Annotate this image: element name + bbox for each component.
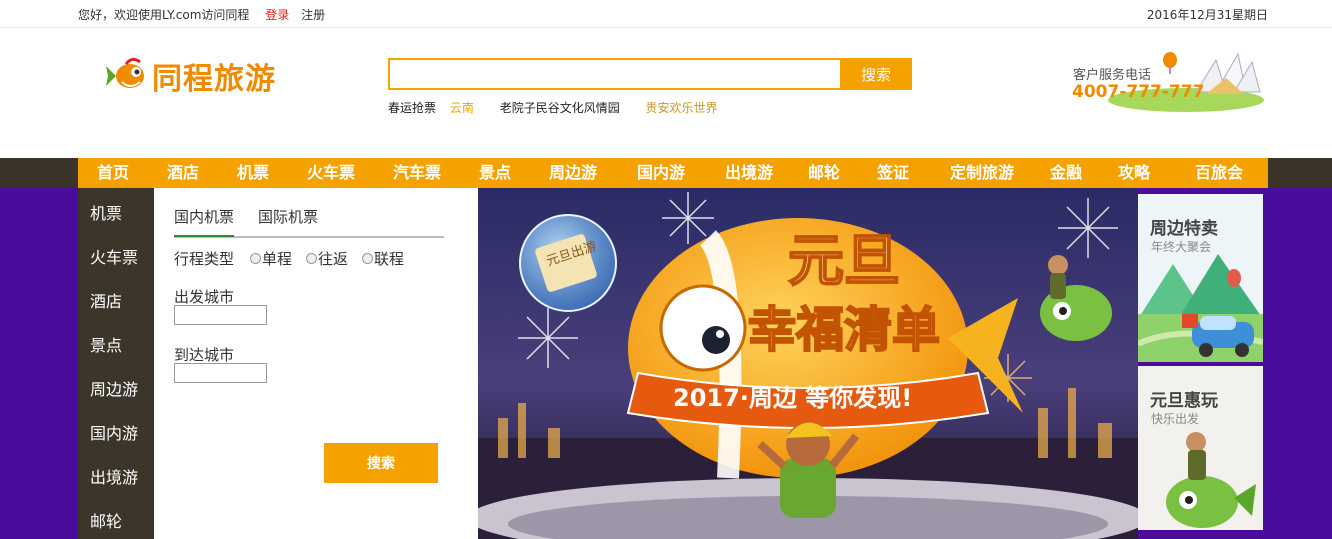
hot-links: 春运抢票 云南 老院子民谷文化风情园 贵安欢乐世界 <box>388 99 728 116</box>
nav-item-visa[interactable]: 签证 <box>856 158 930 188</box>
nav-item-club[interactable]: 百旅会 <box>1170 158 1268 188</box>
nav-item-bus[interactable]: 汽车票 <box>374 158 460 188</box>
radio-multi-city[interactable] <box>362 253 374 264</box>
new-year-banner[interactable]: 元旦出游 元旦 幸福清单 2017·周边 等你发现! <box>478 188 1138 539</box>
sidebar-item-outbound[interactable]: 出境游 <box>90 464 138 488</box>
trip-type-one-way-label: 单程 <box>262 250 293 268</box>
trip-type-label: 行程类型 <box>174 250 235 268</box>
promo-nearby-subtitle: 年终大聚会 <box>1151 240 1212 254</box>
radio-round-trip[interactable] <box>306 253 318 264</box>
nav-item-attraction[interactable]: 景点 <box>460 158 530 188</box>
nav-item-home[interactable]: 首页 <box>78 158 148 188</box>
hot-link[interactable]: 老院子民谷文化风情园 <box>500 101 620 115</box>
to-city-input[interactable] <box>174 363 267 383</box>
sidebar-item-cruise[interactable]: 邮轮 <box>90 508 122 532</box>
flight-search-button[interactable]: 搜索 <box>324 443 438 483</box>
login-link[interactable]: 登录 <box>265 8 289 22</box>
logo-text: 同程旅游 <box>152 62 276 97</box>
nav-item-domestic[interactable]: 国内游 <box>616 158 706 188</box>
from-city-input[interactable] <box>174 305 267 325</box>
header: 同程旅游 搜索 春运抢票 云南 老院子民谷文化风情园 贵安欢乐世界 客户服务电话… <box>0 28 1332 158</box>
banner-illustration: 元旦出游 元旦 幸福清单 2017·周边 等你发现! <box>478 188 1138 539</box>
promo-new-year-subtitle: 快乐出发 <box>1151 412 1200 426</box>
sidebar-item-domestic[interactable]: 国内游 <box>90 420 138 444</box>
promo-nearby-title: 周边特卖 <box>1150 219 1218 239</box>
promo-nearby-sale[interactable]: 周边特卖 年终大聚会 <box>1138 194 1263 362</box>
search-bar: 搜索 <box>388 58 912 90</box>
radio-one-way[interactable] <box>250 253 262 264</box>
trip-type-round-trip-label: 往返 <box>318 250 349 268</box>
site-logo[interactable]: 同程旅游 <box>106 52 286 100</box>
search-input[interactable] <box>388 58 840 90</box>
sidebar-item-train[interactable]: 火车票 <box>90 244 138 268</box>
register-link[interactable]: 注册 <box>301 8 325 22</box>
service-phone-box: 客户服务电话 4007-777-777 <box>1066 48 1266 118</box>
sidebar-item-attraction[interactable]: 景点 <box>90 332 122 356</box>
nav-item-nearby[interactable]: 周边游 <box>530 158 616 188</box>
sidebar-item-flight[interactable]: 机票 <box>90 200 122 224</box>
main-nav-bar: 首页 酒店 机票 火车票 汽车票 景点 周边游 国内游 出境游 邮轮 签证 定制… <box>78 158 1268 188</box>
banner-title-bottom: 幸福清单 <box>748 302 940 358</box>
welcome-text: 您好，欢迎使用LY.com访问同程 <box>78 8 250 22</box>
nav-item-outbound[interactable]: 出境游 <box>706 158 792 188</box>
hot-link[interactable]: 云南 <box>450 101 474 115</box>
sidebar-item-nearby[interactable]: 周边游 <box>90 376 138 400</box>
banner-slogan: 2017·周边 等你发现! <box>673 384 912 412</box>
tab-domestic-flight[interactable]: 国内机票 <box>174 206 235 237</box>
to-city-label: 到达城市 <box>174 346 235 364</box>
hot-link[interactable]: 春运抢票 <box>388 101 436 115</box>
nav-item-guide[interactable]: 攻略 <box>1098 158 1170 188</box>
sidebar-item-hotel[interactable]: 酒店 <box>90 288 122 312</box>
top-bar: 您好，欢迎使用LY.com访问同程 登录 注册 2016年12月31星期日 <box>0 0 1332 28</box>
banner-title-top: 元旦 <box>788 229 900 294</box>
current-date: 2016年12月31星期日 <box>1146 8 1268 22</box>
tab-international-flight[interactable]: 国际机票 <box>258 206 318 235</box>
content-area: 机票 火车票 酒店 景点 周边游 国内游 出境游 邮轮 国内机票 国际机票 行程… <box>0 188 1332 539</box>
search-button[interactable]: 搜索 <box>840 58 912 90</box>
hot-link[interactable]: 贵安欢乐世界 <box>646 101 718 115</box>
nav-item-hotel[interactable]: 酒店 <box>148 158 218 188</box>
trip-type-multi-city-label: 联程 <box>374 250 405 268</box>
category-sidebar: 机票 火车票 酒店 景点 周边游 国内游 出境游 邮轮 <box>78 188 154 539</box>
main-nav: 首页 酒店 机票 火车票 汽车票 景点 周边游 国内游 出境游 邮轮 签证 定制… <box>0 158 1332 188</box>
service-label: 客户服务电话 <box>1073 68 1152 83</box>
trip-type-row: 行程类型 单程 往返 联程 <box>174 248 404 269</box>
service-phone-number: 4007-777-777 <box>1072 82 1205 102</box>
flight-booking-panel: 国内机票 国际机票 行程类型 单程 往返 联程 出发城市 到达城市 搜索 <box>154 188 478 539</box>
promo-new-year-title: 元旦惠玩 <box>1150 391 1218 411</box>
top-bar-left: 您好，欢迎使用LY.com访问同程 登录 注册 <box>78 6 329 23</box>
from-city-label: 出发城市 <box>174 288 235 306</box>
nav-item-flight[interactable]: 机票 <box>218 158 288 188</box>
nav-item-finance[interactable]: 金融 <box>1034 158 1098 188</box>
fish-logo-icon <box>106 57 144 88</box>
promo-new-year-fun[interactable]: 元旦惠玩 快乐出发 <box>1138 366 1263 530</box>
nav-item-train[interactable]: 火车票 <box>288 158 374 188</box>
nav-item-custom-tour[interactable]: 定制旅游 <box>930 158 1034 188</box>
nav-item-cruise[interactable]: 邮轮 <box>792 158 856 188</box>
booking-tabs: 国内机票 国际机票 <box>174 206 444 238</box>
